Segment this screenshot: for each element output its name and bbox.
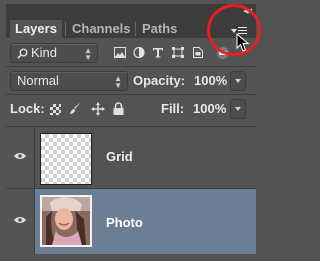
layer-thumbnail (40, 195, 92, 247)
opacity-label: Opacity: (133, 73, 186, 88)
adjustment-filter-icon[interactable] (133, 47, 145, 58)
divider (6, 94, 256, 95)
chevron-down-icon (235, 79, 241, 83)
lock-transparent-pixels-icon[interactable] (50, 104, 61, 115)
filter-kind-label: Kind (31, 45, 58, 60)
eye-icon[interactable] (14, 216, 26, 224)
highlight-circle (207, 4, 261, 56)
smart-object-filter-icon[interactable] (192, 47, 204, 58)
layer-row-grid[interactable]: Grid (6, 126, 256, 188)
tab-channels[interactable]: Channels (67, 20, 136, 38)
fill-dropdown-button[interactable] (230, 99, 246, 119)
layers-panel: ◂◂ Layers Channels Paths Kind ▲ ▼ Normal… (0, 0, 271, 261)
lock-position-icon[interactable] (91, 102, 105, 116)
divider (6, 66, 256, 67)
filter-kind-select[interactable]: Kind ▲ ▼ (10, 43, 98, 63)
lock-all-icon[interactable] (113, 102, 124, 115)
blend-mode-select[interactable]: Normal ▲ ▼ (10, 71, 128, 91)
blend-mode-value: Normal (17, 73, 59, 88)
search-icon (17, 48, 28, 59)
chevron-down-icon: ▼ (114, 81, 122, 90)
fill-label: Fill: (161, 101, 185, 116)
opacity-input[interactable]: 100% (190, 71, 227, 91)
shape-filter-icon[interactable] (172, 47, 184, 58)
layer-name[interactable]: Grid (106, 149, 133, 165)
tab-divider (135, 22, 136, 36)
chevron-down-icon (235, 107, 241, 111)
tab-divider (65, 22, 66, 36)
tab-paths[interactable]: Paths (137, 20, 182, 38)
mouse-cursor-icon (236, 33, 250, 52)
lock-label: Lock: (10, 101, 45, 116)
tab-layers[interactable]: Layers (10, 20, 62, 38)
eye-icon[interactable] (14, 152, 26, 160)
layer-thumbnail (40, 133, 92, 185)
lock-row: Lock: Fill: 100% (6, 96, 256, 122)
fill-input[interactable]: 100% (189, 99, 226, 119)
layer-row-photo[interactable]: Photo (6, 188, 256, 254)
image-filter-icon[interactable] (114, 47, 126, 58)
blend-row: Normal ▲ ▼ Opacity: 100% (6, 68, 256, 94)
opacity-dropdown-button[interactable] (230, 71, 246, 91)
visibility-column (6, 127, 35, 188)
lock-image-pixels-icon[interactable] (69, 102, 82, 115)
layer-name[interactable]: Photo (106, 215, 143, 231)
type-filter-icon[interactable] (152, 47, 164, 58)
visibility-column (6, 189, 35, 254)
photo-thumbnail-image (42, 197, 90, 245)
chevron-down-icon: ▼ (84, 53, 92, 62)
